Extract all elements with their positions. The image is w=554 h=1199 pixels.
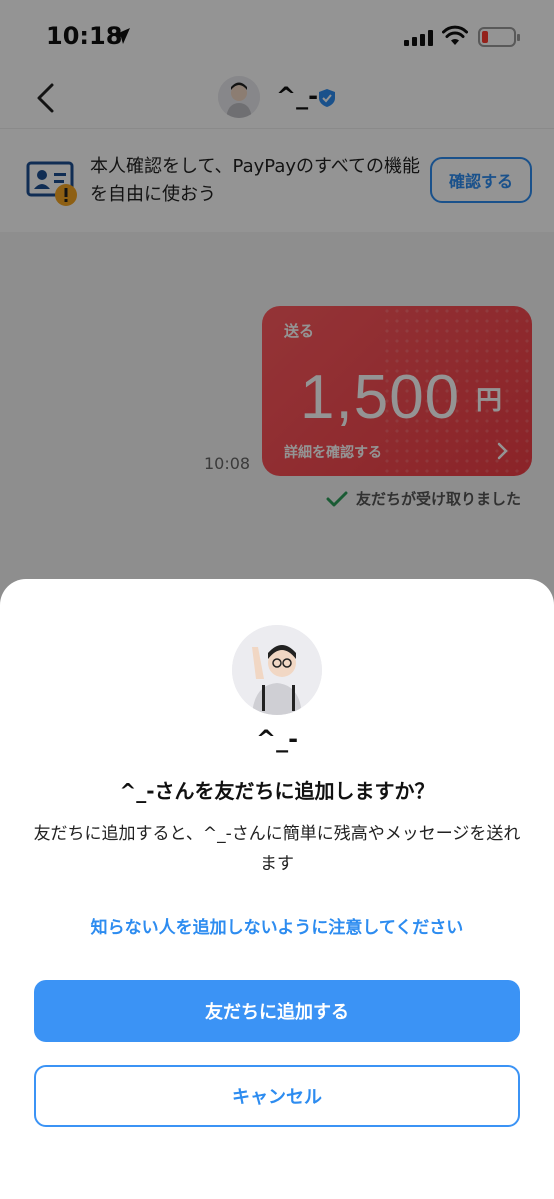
friend-name: ^_-: [255, 725, 299, 753]
add-friend-sheet: ^_- ^_-さんを友だちに追加しますか？ 友だちに追加すると、^_-さんに簡単…: [0, 579, 554, 1199]
friend-avatar: [232, 625, 322, 715]
add-friend-description: 友だちに追加すると、^_-さんに簡単に残高やメッセージを送れます: [33, 824, 521, 874]
safety-warning-link[interactable]: 知らない人を追加しないように注意してください: [0, 913, 554, 938]
add-friend-button[interactable]: 友だちに追加する: [34, 980, 520, 1042]
avatar-person-icon: [232, 625, 322, 715]
cancel-button[interactable]: キャンセル: [34, 1065, 520, 1127]
add-friend-question: ^_-さんを友だちに追加しますか？: [119, 779, 435, 803]
